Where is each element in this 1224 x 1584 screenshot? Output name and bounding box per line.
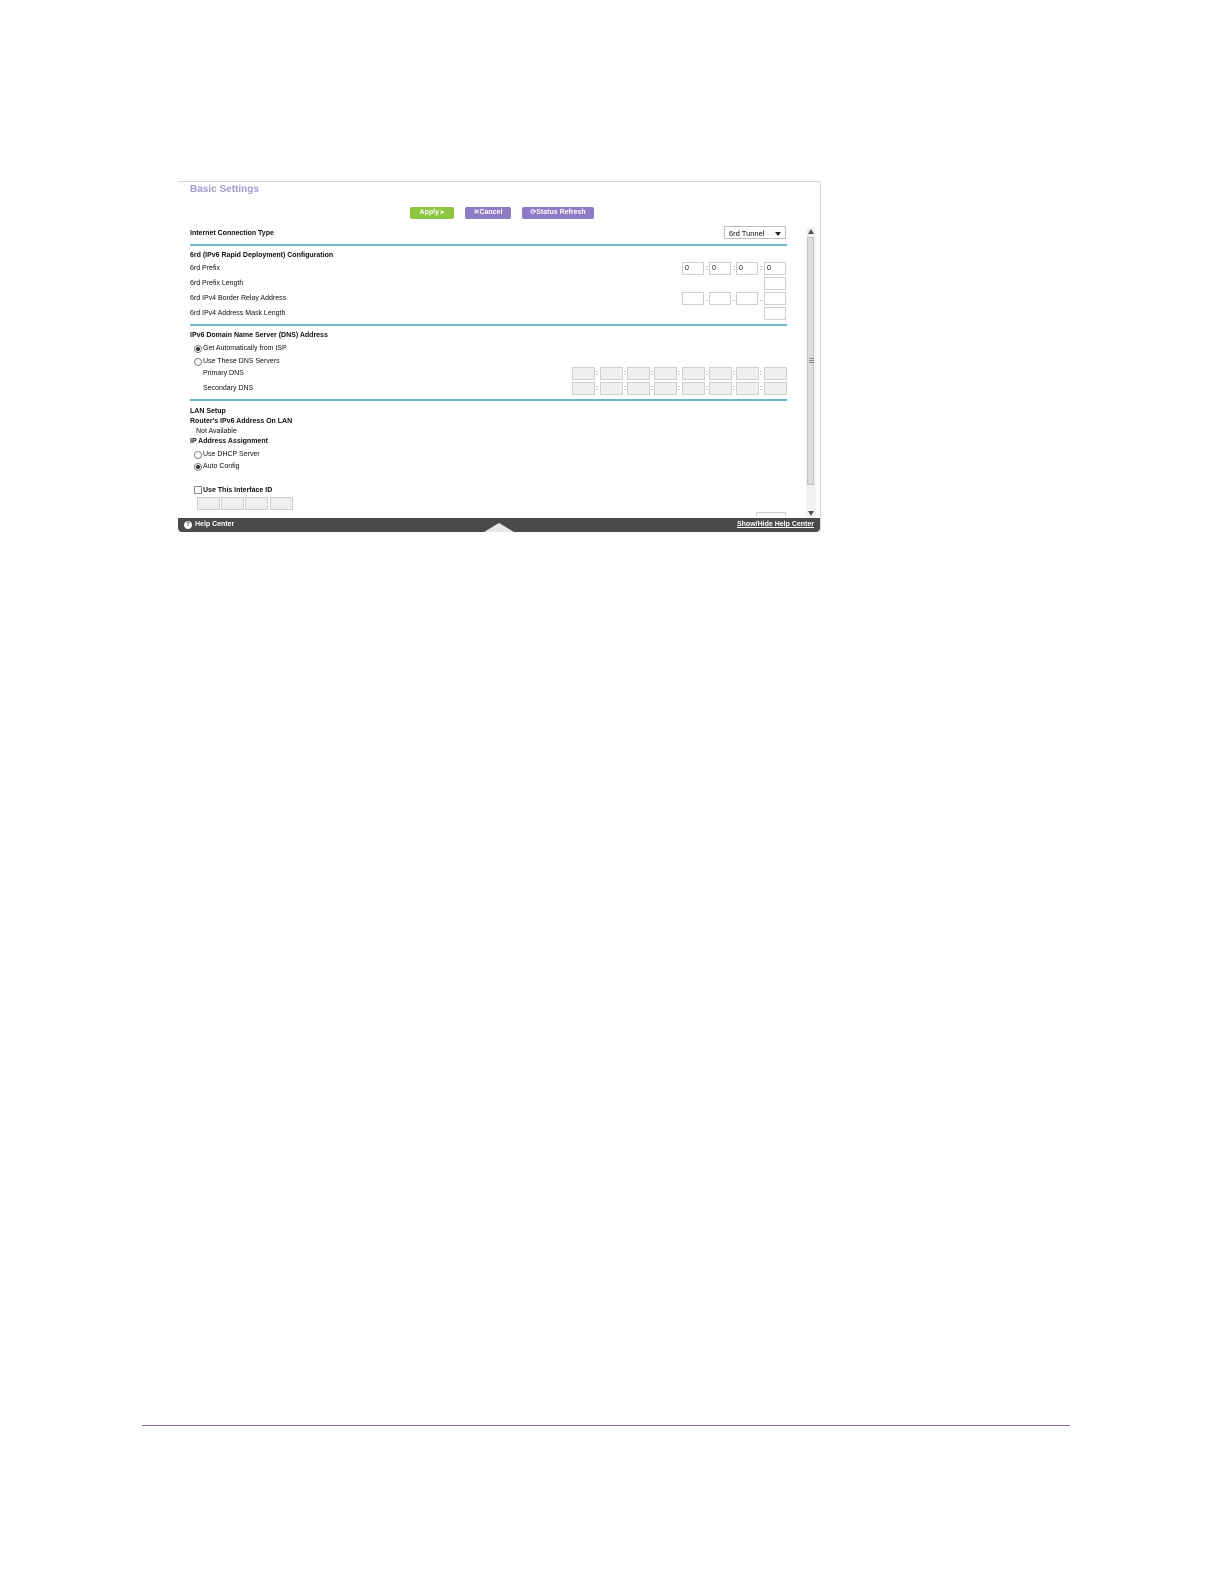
secondary-dns-field-8[interactable] [764, 382, 787, 395]
help-center-link[interactable]: Help Center [195, 518, 234, 532]
interface-id-field-3[interactable] [245, 497, 268, 510]
interface-id-field-2[interactable] [221, 497, 244, 510]
vertical-scrollbar[interactable] [806, 227, 816, 519]
relay-octet-3[interactable] [736, 292, 758, 305]
relay-octet-2[interactable] [709, 292, 731, 305]
settings-content: Internet Connection Type 6rd Tunnel 6rd … [178, 224, 806, 516]
primary-dns-field-2[interactable] [600, 367, 623, 380]
router-ipv6-label: Router's IPv6 Address On LAN [190, 418, 293, 425]
interface-id-field-1[interactable] [197, 497, 220, 510]
secondary-dns-field-3[interactable] [627, 382, 650, 395]
connection-type-value: 6rd Tunnel [729, 229, 765, 238]
sixrd-mask-label: 6rd IPv4 Address Mask Length [190, 310, 286, 317]
connection-type-select[interactable]: 6rd Tunnel [724, 226, 786, 239]
primary-dns-field-1[interactable] [572, 367, 595, 380]
toggle-help-center-link[interactable]: Show/Hide Help Center [737, 518, 814, 532]
sixrd-prefix-field-4[interactable]: 0 [764, 262, 786, 275]
colon-separator: : [733, 385, 735, 392]
secondary-dns-label: Secondary DNS [203, 385, 254, 392]
basic-settings-panel: Basic Settings Apply ▸ ✕Cancel ⟳Status R… [178, 181, 821, 532]
connection-type-label: Internet Connection Type [190, 230, 274, 237]
relay-octet-4[interactable] [764, 292, 786, 305]
colon-separator: : [596, 385, 598, 392]
primary-dns-field-8[interactable] [764, 367, 787, 380]
sixrd-prefix-field-1[interactable]: 0 [682, 262, 704, 275]
dns-auto-label: Get Automatically from ISP [203, 345, 287, 352]
dhcp-radio[interactable] [194, 451, 202, 459]
colon-separator: : [733, 265, 735, 272]
colon-separator: : [596, 370, 598, 377]
partial-field [756, 512, 786, 516]
interface-id-field-4[interactable] [270, 497, 293, 510]
colon-separator: : [624, 370, 626, 377]
primary-dns-label: Primary DNS [203, 370, 244, 377]
secondary-dns-field-2[interactable] [600, 382, 623, 395]
apply-button[interactable]: Apply ▸ [410, 207, 454, 219]
auto-config-label: Auto Config [203, 463, 240, 470]
colon-separator: : [760, 385, 762, 392]
scroll-down-icon[interactable] [808, 511, 814, 516]
dhcp-label: Use DHCP Server [203, 451, 260, 458]
interface-id-label: Use This Interface ID [203, 487, 273, 494]
secondary-dns-field-7[interactable] [736, 382, 759, 395]
colon-separator: : [624, 385, 626, 392]
dns-section-title: IPv6 Domain Name Server (DNS) Address [190, 332, 328, 339]
colon-separator: : [651, 385, 653, 392]
section-divider [190, 324, 787, 326]
secondary-dns-field-4[interactable] [654, 382, 677, 395]
ip-assignment-label: IP Address Assignment [190, 438, 268, 445]
relay-octet-1[interactable] [682, 292, 704, 305]
chevron-down-icon [775, 232, 781, 236]
sixrd-prefix-label: 6rd Prefix [190, 265, 220, 272]
help-footer: ? Help Center Show/Hide Help Center [178, 518, 820, 532]
interface-id-checkbox[interactable] [194, 486, 202, 494]
scroll-up-icon[interactable] [808, 229, 814, 234]
status-refresh-button[interactable]: ⟳Status Refresh [522, 207, 594, 219]
sixrd-prefix-field-3[interactable]: 0 [736, 262, 758, 275]
colon-separator: : [651, 370, 653, 377]
colon-separator: : [733, 370, 735, 377]
sixrd-prefix-length-field[interactable] [764, 277, 786, 290]
colon-separator: : [706, 370, 708, 377]
primary-dns-field-3[interactable] [627, 367, 650, 380]
sixrd-prefix-field-2[interactable]: 0 [709, 262, 731, 275]
sixrd-prefix-length-label: 6rd Prefix Length [190, 280, 244, 287]
colon-separator: : [678, 370, 680, 377]
section-divider [190, 399, 787, 401]
sixrd-relay-label: 6rd IPv4 Border Relay Address [190, 295, 287, 302]
dot-separator: . [706, 296, 708, 303]
dot-separator: . [733, 296, 735, 303]
colon-separator: : [760, 265, 762, 272]
cancel-button[interactable]: ✕Cancel [465, 207, 511, 219]
section-divider [190, 244, 787, 246]
dns-auto-radio[interactable] [194, 345, 202, 353]
secondary-dns-field-5[interactable] [682, 382, 705, 395]
router-ipv6-value: Not Available [196, 428, 237, 435]
page-title: Basic Settings [190, 184, 259, 195]
primary-dns-field-5[interactable] [682, 367, 705, 380]
page-rule [142, 1425, 1070, 1426]
colon-separator: : [706, 265, 708, 272]
colon-separator: : [678, 385, 680, 392]
primary-dns-field-6[interactable] [709, 367, 732, 380]
expand-arrow-icon[interactable] [484, 523, 514, 532]
primary-dns-field-7[interactable] [736, 367, 759, 380]
grip-icon [809, 358, 814, 363]
auto-config-radio[interactable] [194, 463, 202, 471]
dot-separator: . [760, 296, 762, 303]
secondary-dns-field-6[interactable] [709, 382, 732, 395]
help-icon: ? [184, 521, 192, 529]
dns-manual-label: Use These DNS Servers [203, 358, 280, 365]
primary-dns-field-4[interactable] [654, 367, 677, 380]
colon-separator: : [760, 370, 762, 377]
sixrd-section-title: 6rd (IPv6 Rapid Deployment) Configuratio… [190, 252, 334, 259]
lan-section-title: LAN Setup [190, 408, 226, 415]
colon-separator: : [706, 385, 708, 392]
scrollbar-thumb[interactable] [807, 237, 814, 485]
dns-manual-radio[interactable] [194, 358, 202, 366]
sixrd-mask-field[interactable] [764, 307, 786, 320]
secondary-dns-field-1[interactable] [572, 382, 595, 395]
